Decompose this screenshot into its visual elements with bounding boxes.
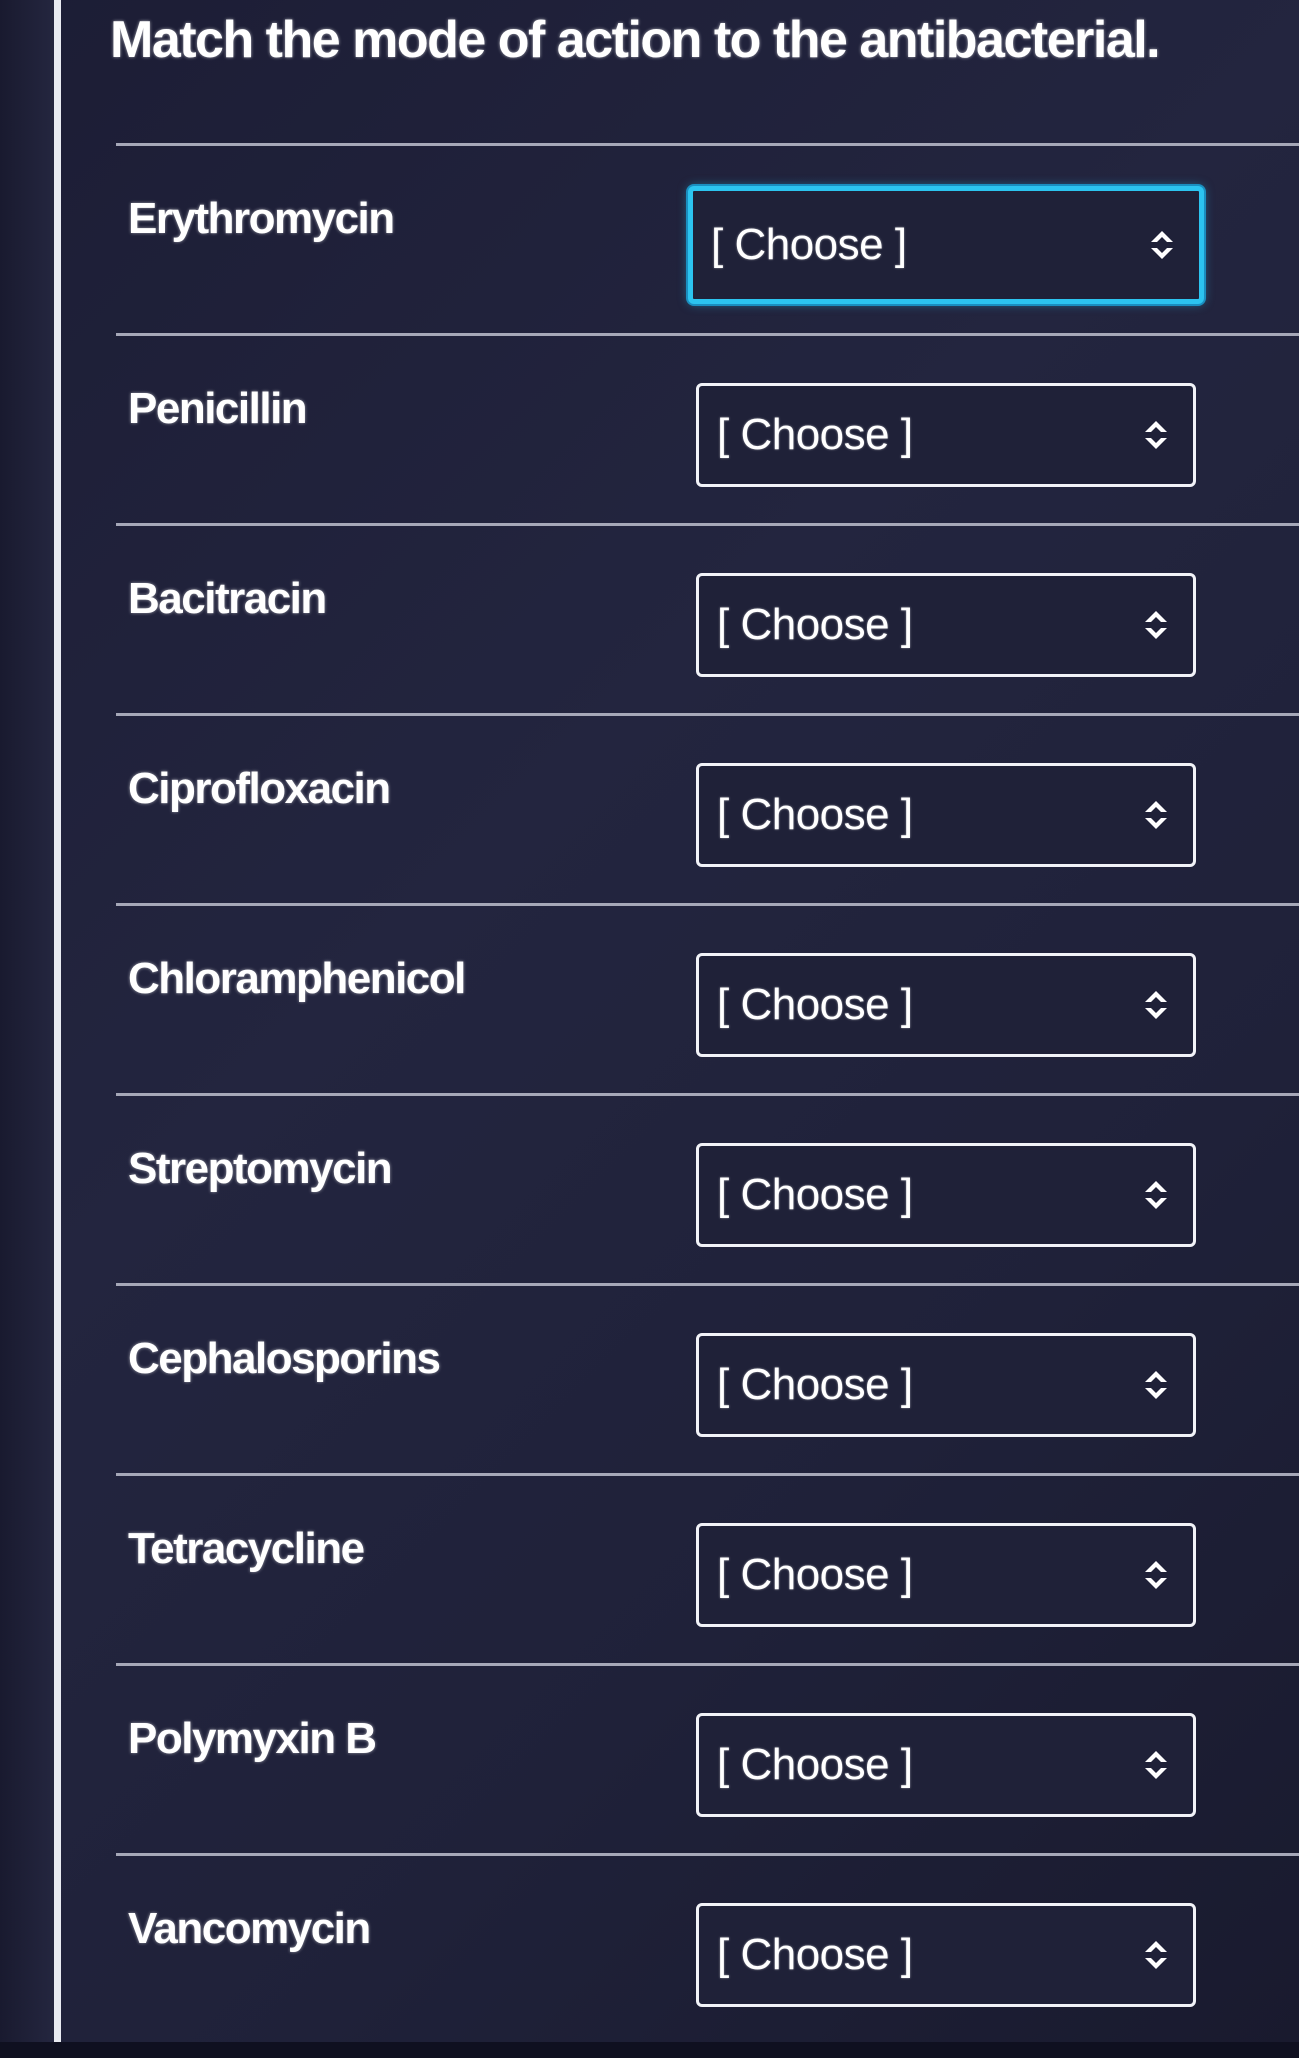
bottom-margin bbox=[0, 2042, 1299, 2058]
left-margin bbox=[0, 0, 54, 2058]
select-value: [ Choose ] bbox=[717, 790, 913, 839]
mode-of-action-select[interactable]: [ Choose ] bbox=[696, 1143, 1196, 1247]
select-value: [ Choose ] bbox=[717, 1740, 913, 1789]
chevron-up-down-icon bbox=[1141, 1747, 1171, 1783]
match-row: Ciprofloxacin [ Choose ] bbox=[116, 713, 1299, 903]
left-border-line bbox=[54, 0, 61, 2058]
chevron-up-down-icon bbox=[1141, 417, 1171, 453]
drug-label: Chloramphenicol bbox=[128, 954, 466, 1003]
match-row: Chloramphenicol [ Choose ] bbox=[116, 903, 1299, 1093]
match-row: Polymyxin B [ Choose ] bbox=[116, 1663, 1299, 1853]
mode-of-action-select[interactable]: [ Choose ] bbox=[688, 186, 1204, 304]
chevron-up-down-icon bbox=[1141, 1367, 1171, 1403]
mode-of-action-select[interactable]: [ Choose ] bbox=[696, 573, 1196, 677]
mode-of-action-select[interactable]: [ Choose ] bbox=[696, 953, 1196, 1057]
mode-of-action-select[interactable]: [ Choose ] bbox=[696, 383, 1196, 487]
select-value: [ Choose ] bbox=[717, 1930, 913, 1979]
match-row: Cephalosporins [ Choose ] bbox=[116, 1283, 1299, 1473]
drug-label: Penicillin bbox=[128, 384, 308, 433]
chevron-up-down-icon bbox=[1141, 1557, 1171, 1593]
select-value: [ Choose ] bbox=[711, 220, 907, 269]
mode-of-action-select[interactable]: [ Choose ] bbox=[696, 1903, 1196, 2007]
drug-label: Erythromycin bbox=[128, 194, 395, 243]
match-row: Streptomycin [ Choose ] bbox=[116, 1093, 1299, 1283]
drug-label: Polymyxin B bbox=[128, 1714, 377, 1763]
match-row: Vancomycin [ Choose ] bbox=[116, 1853, 1299, 2043]
match-row: Tetracycline [ Choose ] bbox=[116, 1473, 1299, 1663]
drug-label: Ciprofloxacin bbox=[128, 764, 391, 813]
select-value: [ Choose ] bbox=[717, 980, 913, 1029]
drug-label: Tetracycline bbox=[128, 1524, 365, 1573]
select-value: [ Choose ] bbox=[717, 1170, 913, 1219]
select-value: [ Choose ] bbox=[717, 600, 913, 649]
chevron-up-down-icon bbox=[1141, 987, 1171, 1023]
drug-label: Vancomycin bbox=[128, 1904, 371, 1953]
drug-label: Bacitracin bbox=[128, 574, 327, 623]
select-value: [ Choose ] bbox=[717, 410, 913, 459]
chevron-up-down-icon bbox=[1147, 227, 1177, 263]
drug-label: Streptomycin bbox=[128, 1144, 393, 1193]
mode-of-action-select[interactable]: [ Choose ] bbox=[696, 1713, 1196, 1817]
screen: Match the mode of action to the antibact… bbox=[0, 0, 1299, 2058]
matching-list: Erythromycin [ Choose ] Penicillin [ Cho… bbox=[116, 143, 1299, 2043]
mode-of-action-select[interactable]: [ Choose ] bbox=[696, 1523, 1196, 1627]
match-row: Erythromycin [ Choose ] bbox=[116, 143, 1299, 333]
match-row: Penicillin [ Choose ] bbox=[116, 333, 1299, 523]
chevron-up-down-icon bbox=[1141, 797, 1171, 833]
question-prompt: Match the mode of action to the antibact… bbox=[110, 11, 1161, 69]
mode-of-action-select[interactable]: [ Choose ] bbox=[696, 763, 1196, 867]
select-value: [ Choose ] bbox=[717, 1360, 913, 1409]
mode-of-action-select[interactable]: [ Choose ] bbox=[696, 1333, 1196, 1437]
chevron-up-down-icon bbox=[1141, 1177, 1171, 1213]
chevron-up-down-icon bbox=[1141, 607, 1171, 643]
match-row: Bacitracin [ Choose ] bbox=[116, 523, 1299, 713]
drug-label: Cephalosporins bbox=[128, 1334, 441, 1383]
select-value: [ Choose ] bbox=[717, 1550, 913, 1599]
chevron-up-down-icon bbox=[1141, 1937, 1171, 1973]
